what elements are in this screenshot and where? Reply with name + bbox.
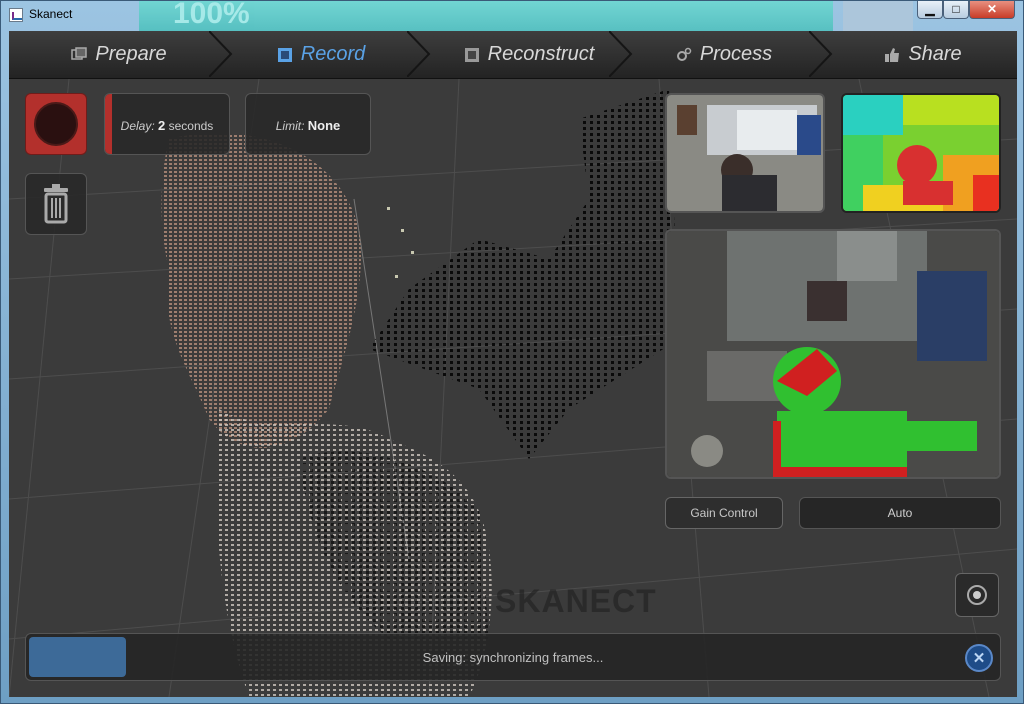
tab-separator: [407, 31, 431, 77]
limit-label: Limit:: [275, 119, 305, 133]
app-client-area: Prepare Record Reconstruct Process Share…: [9, 31, 1017, 697]
tab-label: Share: [908, 42, 962, 65]
delay-text: Delay: 2 seconds: [105, 118, 229, 133]
tab-prepare[interactable]: Prepare: [29, 31, 209, 77]
status-bar: Saving: synchronizing frames... ✕: [25, 633, 1001, 681]
maximize-icon: □: [952, 2, 960, 16]
status-text: Saving: synchronizing frames...: [422, 650, 604, 665]
photos-icon: [71, 46, 88, 62]
background-window-text: 100%: [173, 0, 250, 30]
skanect-watermark: SKANECT: [495, 583, 657, 619]
limit-value: None: [307, 118, 341, 133]
snapshot-button[interactable]: [955, 573, 999, 617]
delete-recording-button[interactable]: [25, 173, 87, 235]
tab-record[interactable]: Record: [231, 31, 411, 77]
limit-text: Limit: None: [246, 118, 370, 133]
trash-icon: [44, 184, 68, 224]
tab-separator: [209, 31, 233, 77]
gain-mode-select[interactable]: Auto: [799, 497, 1001, 529]
depth-camera-image: [843, 95, 999, 211]
gain-control-button[interactable]: Gain Control: [665, 497, 783, 529]
limit-setting[interactable]: Limit: None: [245, 93, 371, 155]
depth-camera-preview: [841, 93, 1001, 213]
maximize-button[interactable]: □: [943, 1, 969, 19]
tab-process[interactable]: Process: [629, 31, 819, 77]
film-strip-icon: [464, 46, 480, 62]
delay-setting[interactable]: Delay: 2 seconds: [104, 93, 230, 155]
record-icon: [34, 102, 78, 146]
tab-label: Process: [699, 42, 773, 65]
tab-reconstruct[interactable]: Reconstruct: [429, 31, 629, 77]
tab-label: Prepare: [95, 42, 167, 65]
close-icon: ✕: [986, 2, 998, 16]
minimize-icon: ▁: [925, 2, 935, 16]
tracking-overlay-preview: [665, 229, 1001, 479]
tab-label: Record: [300, 42, 366, 65]
app-window: 100% Skanect ▁ □ ✕ Prepare Record Recons…: [0, 0, 1024, 704]
background-window-banner: 100%: [139, 0, 833, 31]
thumbs-up-icon: [884, 46, 900, 62]
delay-value: 2: [158, 118, 166, 133]
tab-share[interactable]: Share: [829, 31, 1017, 77]
film-icon: [277, 46, 293, 62]
window-title: Skanect: [29, 7, 73, 21]
color-camera-preview: [665, 93, 825, 213]
delay-unit: seconds: [168, 119, 214, 133]
camera-shutter-icon: [967, 585, 987, 605]
close-button[interactable]: ✕: [969, 1, 1015, 19]
app-icon: [9, 8, 23, 22]
cancel-button[interactable]: ✕: [965, 644, 993, 672]
tracking-overlay-image: [667, 231, 999, 477]
background-window-edge: [843, 1, 913, 31]
close-icon: ✕: [972, 650, 986, 667]
delay-label: Delay:: [120, 119, 155, 133]
record-button[interactable]: [25, 93, 87, 155]
color-camera-image: [667, 95, 823, 211]
tab-label: Reconstruct: [487, 42, 595, 65]
title-bar[interactable]: 100% Skanect ▁ □ ✕: [1, 0, 1024, 31]
workflow-tab-bar: Prepare Record Reconstruct Process Share: [9, 31, 1017, 79]
gears-icon: [676, 46, 692, 62]
minimize-button[interactable]: ▁: [917, 1, 943, 19]
